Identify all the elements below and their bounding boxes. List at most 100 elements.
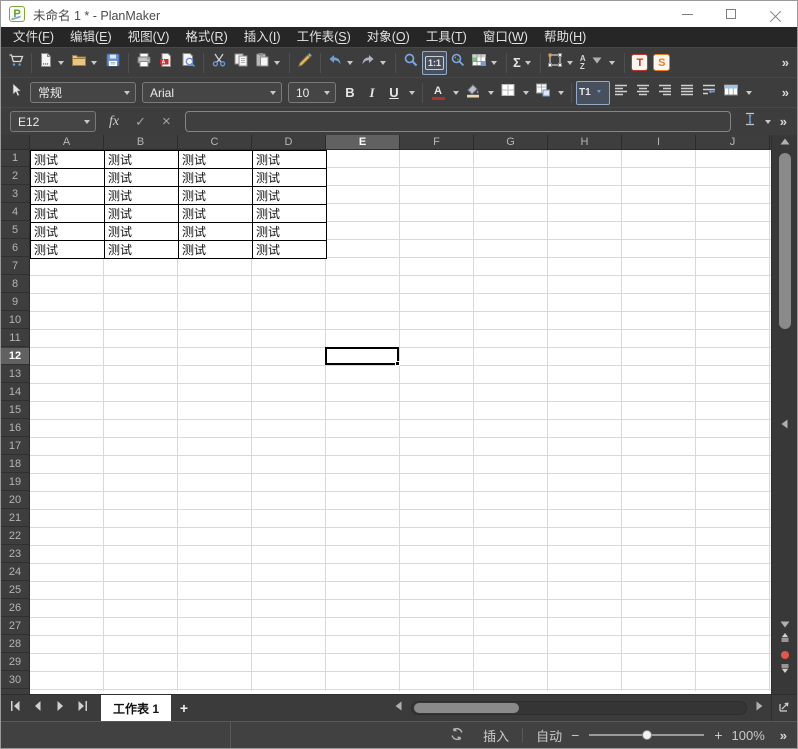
row-header-1[interactable]: 1 [1, 150, 29, 167]
cell-C4[interactable]: 测试 [179, 205, 253, 223]
align-left-button[interactable] [610, 81, 632, 105]
select-cursor-button[interactable] [5, 81, 27, 105]
zoom-actual-button[interactable]: 1:1 [422, 51, 447, 75]
row-header-10[interactable]: 10 [1, 312, 29, 329]
row-header-12[interactable]: 12 [1, 348, 29, 365]
menu-t[interactable]: 工具(T) [418, 27, 475, 47]
sync-button[interactable] [449, 726, 465, 745]
maximize-button[interactable] [709, 1, 753, 27]
toolbar-overflow-button[interactable]: » [778, 85, 793, 100]
paste-button[interactable] [252, 51, 285, 75]
status-overflow-button[interactable]: » [776, 728, 791, 743]
italic-button[interactable]: I [361, 81, 383, 105]
cell-format-caret[interactable] [558, 91, 564, 95]
align-center-button[interactable] [632, 81, 654, 105]
calc-mode-indicator[interactable]: 自动 [536, 726, 562, 745]
wrap-text-button[interactable] [698, 81, 720, 105]
insert-mode-indicator[interactable]: 插入 [483, 726, 509, 745]
row-header-26[interactable]: 26 [1, 600, 29, 617]
menu-s[interactable]: 工作表(S) [289, 27, 359, 47]
scroll-right-button[interactable] [749, 701, 769, 715]
sheet-tab-active[interactable]: 工作表 1 [101, 695, 171, 721]
row-header-11[interactable]: 11 [1, 330, 29, 347]
column-header-E[interactable]: E [326, 135, 400, 150]
menu-r[interactable]: 格式(R) [177, 27, 235, 47]
horizontal-scroll-thumb[interactable] [414, 703, 519, 713]
select-all-corner[interactable] [1, 135, 30, 150]
cell-B2[interactable]: 测试 [105, 169, 179, 187]
cell-B1[interactable]: 测试 [105, 151, 179, 169]
row-header-17[interactable]: 17 [1, 438, 29, 455]
row-header-29[interactable]: 29 [1, 654, 29, 671]
cell-C1[interactable]: 测试 [179, 151, 253, 169]
new-document-caret[interactable] [58, 61, 64, 65]
presentations-button[interactable]: S [651, 51, 673, 75]
row-header-3[interactable]: 3 [1, 186, 29, 203]
column-header-C[interactable]: C [178, 135, 252, 150]
cell-B6[interactable]: 测试 [105, 241, 179, 259]
textmaker-button[interactable]: T [629, 51, 651, 75]
menu-f[interactable]: 文件(F) [5, 27, 62, 47]
name-box[interactable]: E12 [10, 111, 96, 132]
cell-D1[interactable]: 测试 [253, 151, 327, 169]
sort-button[interactable]: AZ [578, 51, 620, 75]
pane-corner-button[interactable] [771, 695, 797, 721]
zoom-in-button[interactable]: + [714, 727, 722, 743]
row-header-8[interactable]: 8 [1, 276, 29, 293]
scroll-up-button[interactable] [775, 137, 795, 151]
zoom-out-button[interactable]: − [571, 727, 579, 743]
insert-table-caret[interactable] [491, 61, 497, 65]
export-pdf-button[interactable]: A [155, 51, 177, 75]
cell-B5[interactable]: 测试 [105, 223, 179, 241]
cancel-entry-button[interactable]: × [154, 113, 179, 130]
font-family-select[interactable]: Arial [142, 82, 282, 103]
insert-object-caret[interactable] [567, 61, 573, 65]
merge-cells-caret[interactable] [746, 91, 752, 95]
print-preview-button[interactable] [177, 51, 199, 75]
cells-area[interactable]: 测试测试测试测试测试测试测试测试测试测试测试测试测试测试测试测试测试测试测试测试… [30, 150, 771, 694]
confirm-entry-button[interactable]: ✓ [127, 114, 154, 130]
cell-D6[interactable]: 测试 [253, 241, 327, 259]
cell-B3[interactable]: 测试 [105, 187, 179, 205]
fill-color-caret[interactable] [488, 91, 494, 95]
vertical-scroll-thumb[interactable] [779, 153, 791, 329]
cell-A3[interactable]: 测试 [31, 187, 105, 205]
row-header-22[interactable]: 22 [1, 528, 29, 545]
cell-C3[interactable]: 测试 [179, 187, 253, 205]
cell-C6[interactable]: 测试 [179, 241, 253, 259]
cell-A1[interactable]: 测试 [31, 151, 105, 169]
cell-style-select[interactable]: 常规 [30, 82, 136, 103]
fill-color-button[interactable] [462, 81, 484, 105]
cell-D2[interactable]: 测试 [253, 169, 327, 187]
cell-D4[interactable]: 测试 [253, 205, 327, 223]
row-header-6[interactable]: 6 [1, 240, 29, 257]
insert-object-button[interactable] [545, 51, 578, 75]
row-header-28[interactable]: 28 [1, 636, 29, 653]
align-right-button[interactable] [654, 81, 676, 105]
row-header-15[interactable]: 15 [1, 402, 29, 419]
column-header-D[interactable]: D [252, 135, 326, 150]
main-toolbar-overflow-button[interactable]: » [778, 55, 793, 70]
cut-button[interactable] [208, 51, 230, 75]
cell-A6[interactable]: 测试 [31, 241, 105, 259]
text-orientation-button[interactable]: T1 [576, 81, 610, 105]
row-header-13[interactable]: 13 [1, 366, 29, 383]
split-pane-button[interactable] [775, 419, 795, 433]
active-cell-selection[interactable] [325, 347, 399, 365]
cell-format-button[interactable] [532, 81, 554, 105]
row-header-5[interactable]: 5 [1, 222, 29, 239]
cell-B4[interactable]: 测试 [105, 205, 179, 223]
row-header-25[interactable]: 25 [1, 582, 29, 599]
scroll-left-button[interactable] [389, 701, 409, 715]
save-button[interactable] [102, 51, 124, 75]
cell-C2[interactable]: 测试 [179, 169, 253, 187]
zoom-slider-handle[interactable] [642, 730, 652, 740]
add-sheet-button[interactable]: + [171, 695, 197, 721]
menu-i[interactable]: 插入(I) [236, 27, 289, 47]
font-color-caret[interactable] [453, 91, 459, 95]
first-sheet-button[interactable] [5, 698, 27, 718]
cell-A5[interactable]: 测试 [31, 223, 105, 241]
row-header-16[interactable]: 16 [1, 420, 29, 437]
spreadsheet-grid[interactable]: ABCDEFGHIJ 12345678910111213141516171819… [1, 135, 771, 694]
column-header-H[interactable]: H [548, 135, 622, 150]
